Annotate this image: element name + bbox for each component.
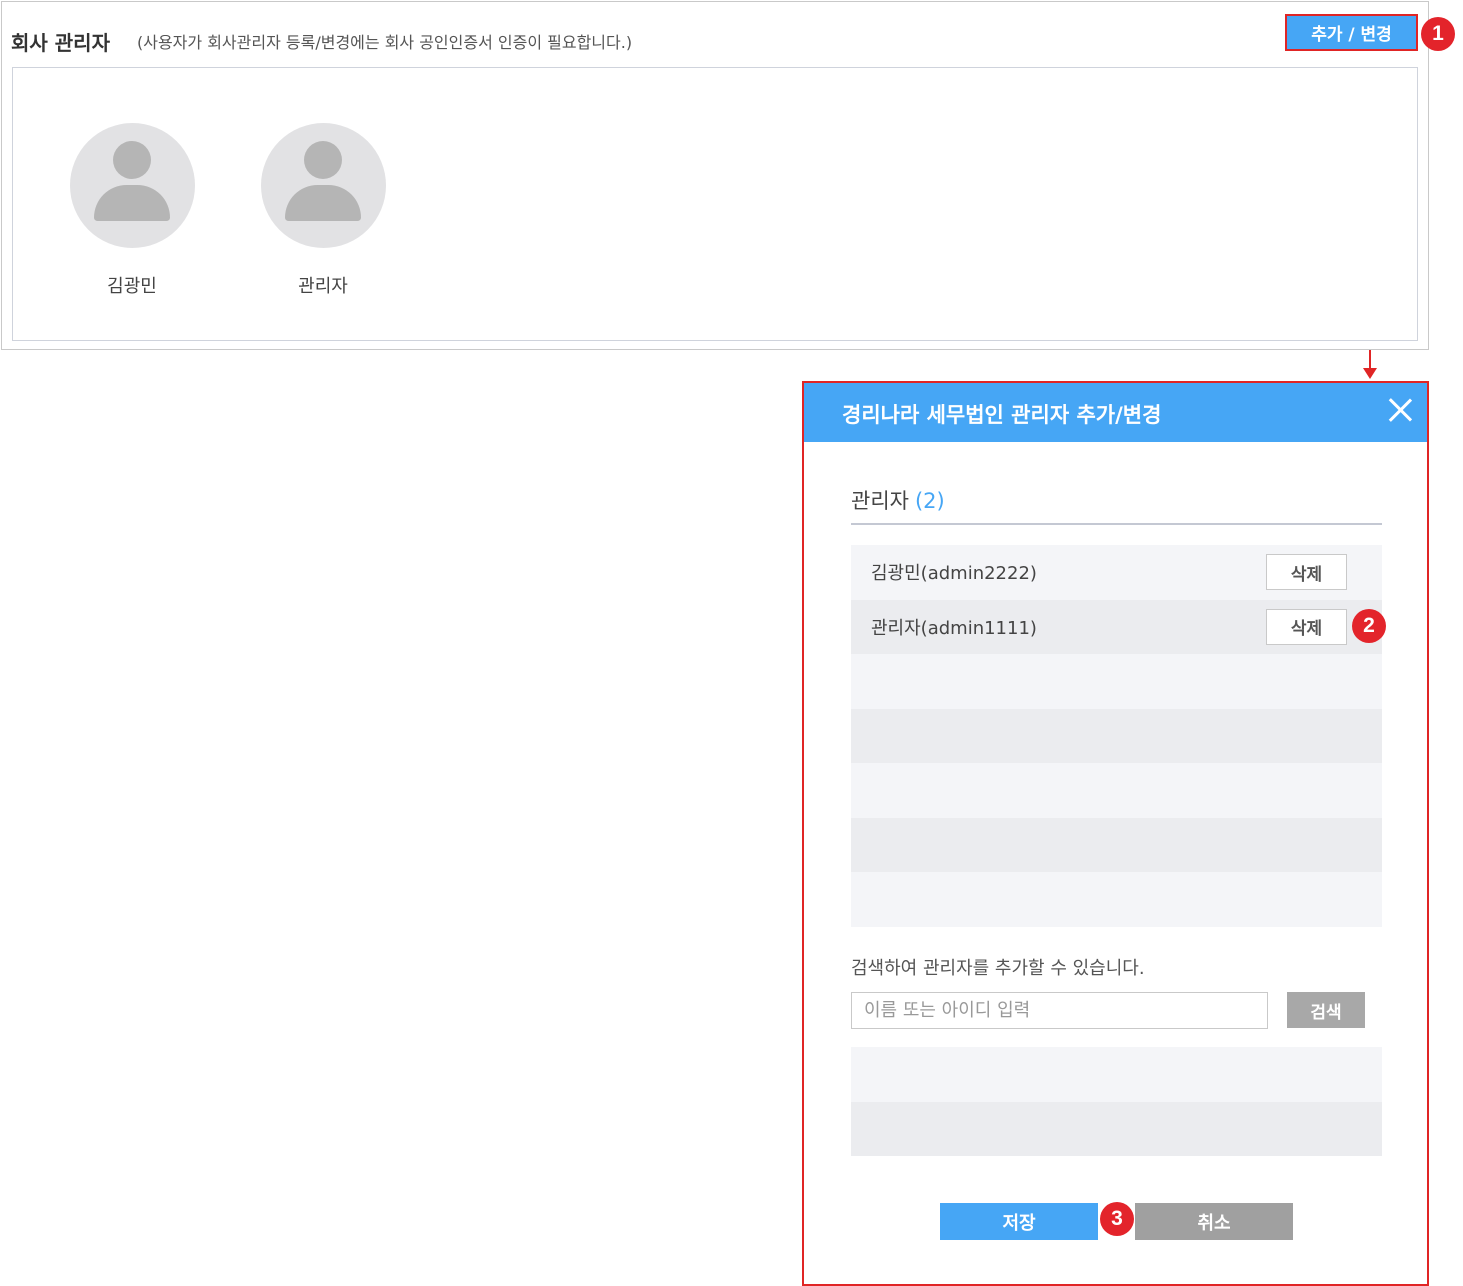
step-badge-3: 3 [1100,1202,1134,1236]
list-item-empty [851,708,1382,763]
admins-section-header: 관리자 (2) [851,485,1382,525]
save-button[interactable]: 저장 [940,1203,1098,1240]
user-avatar-icon [69,123,195,248]
close-icon[interactable] [1387,397,1413,423]
list-item-empty [851,654,1382,709]
member-name: 김광민 [107,276,157,297]
step-badge-2: 2 [1352,609,1386,643]
search-hint: 검색하여 관리자를 추가할 수 있습니다. [851,958,1145,979]
members-box: 김광민 관리자 [12,67,1418,341]
search-button[interactable]: 검색 [1287,992,1365,1028]
arrow-down-icon [1363,368,1377,379]
step-badge-1: 1 [1421,17,1455,51]
cancel-button[interactable]: 취소 [1135,1203,1293,1240]
member-name: 관리자 [298,276,348,297]
company-admin-panel: 회사 관리자 (사용자가 회사관리자 등록/변경에는 회사 공인인증서 인증이 … [1,1,1429,350]
admins-label: 관리자 [851,489,909,513]
admins-count: (2) [914,489,945,513]
panel-note: (사용자가 회사관리자 등록/변경에는 회사 공인인증서 인증이 필요합니다.) [137,33,633,52]
search-result-list [851,1047,1382,1156]
add-change-button[interactable]: 추가 / 변경 [1285,14,1418,51]
connector-arrow-line [1369,350,1371,370]
admin-modal: 경리나라 세무법인 관리자 추가/변경 관리자 (2) 김광민(admin2222… [802,381,1429,1286]
list-item-empty [851,763,1382,818]
delete-button[interactable]: 삭제 [1266,554,1347,591]
member-card[interactable]: 김광민 [69,123,195,298]
list-item-empty [851,872,1382,927]
list-item-empty [851,817,1382,872]
panel-title: 회사 관리자 [11,31,110,55]
admin-list: 김광민(admin2222) 삭제 관리자(admin1111) 삭제 [851,545,1382,927]
modal-header: 경리나라 세무법인 관리자 추가/변경 [804,383,1427,442]
user-avatar-icon [260,123,386,248]
delete-button[interactable]: 삭제 [1266,608,1347,645]
admin-entry-text: 관리자(admin1111) [871,617,1037,639]
list-item: 김광민(admin2222) 삭제 [851,545,1382,600]
member-card[interactable]: 관리자 [260,123,386,298]
list-item-empty [851,1047,1382,1102]
list-item-empty [851,1101,1382,1156]
admin-entry-text: 김광민(admin2222) [871,563,1037,585]
search-input[interactable] [851,992,1268,1029]
modal-title: 경리나라 세무법인 관리자 추가/변경 [842,403,1162,427]
list-item: 관리자(admin1111) 삭제 [851,599,1382,654]
